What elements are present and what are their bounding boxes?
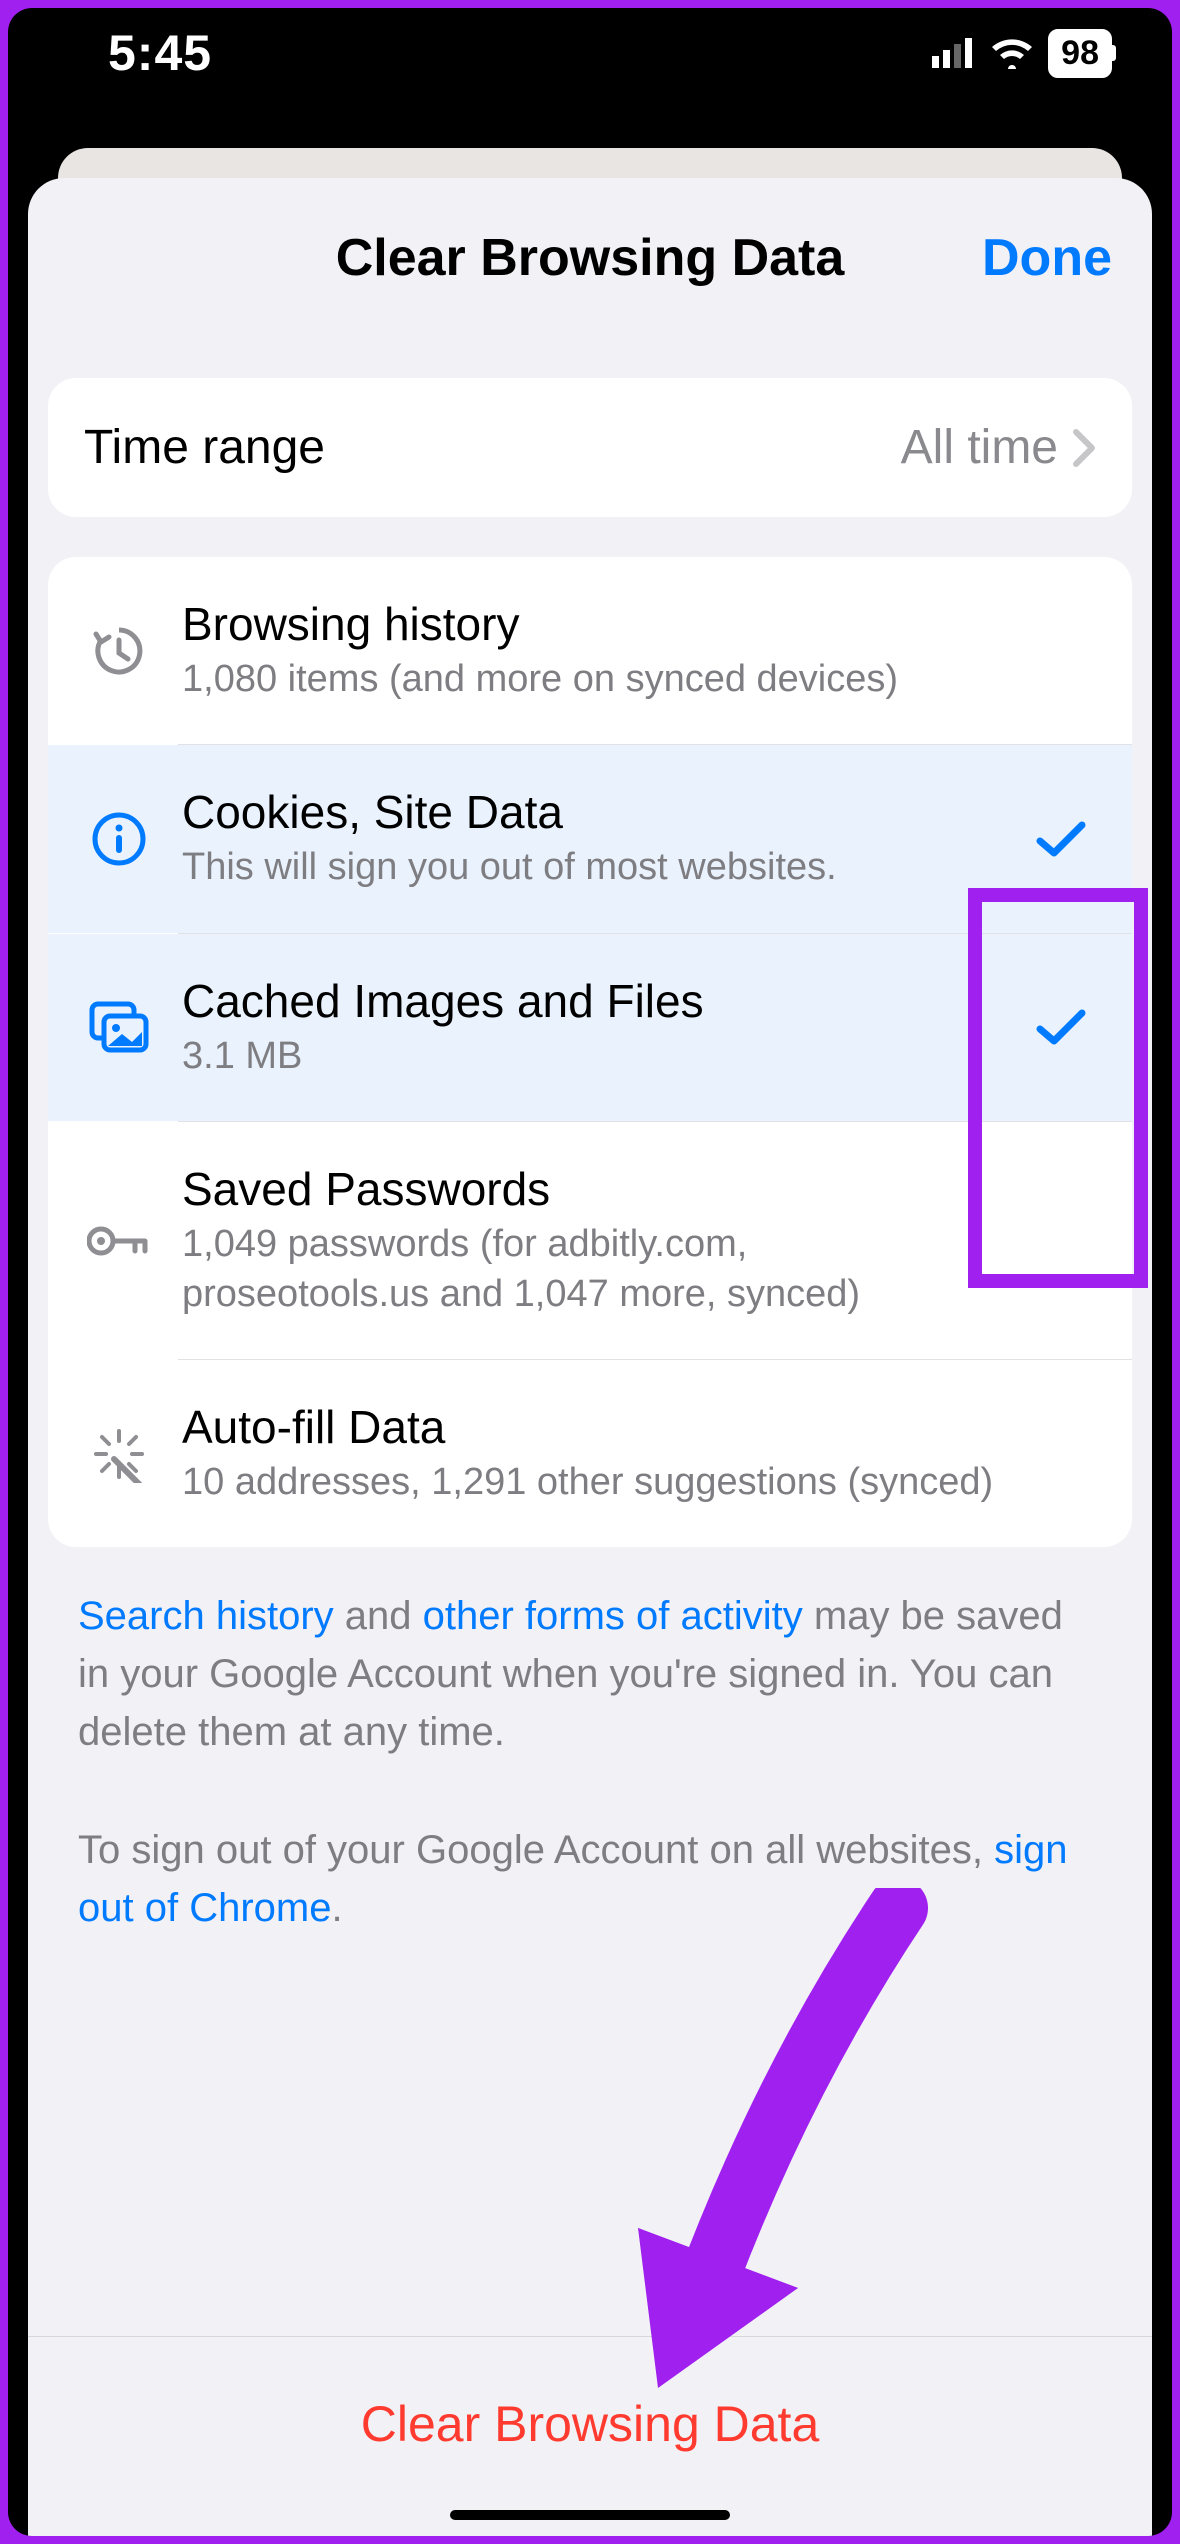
history-subtitle: 1,080 items (and more on synced devices) [182,655,998,704]
row-passwords[interactable]: Saved Passwords 1,049 passwords (for adb… [48,1122,1132,1359]
history-icon [90,622,148,680]
row-cookies[interactable]: Cookies, Site Data This will sign you ou… [48,745,1132,932]
done-button[interactable]: Done [982,228,1112,288]
status-time: 5:45 [108,24,212,82]
sheet-content: Time range All time Browsing history 1,0… [28,338,1152,2336]
status-icons: 98 [932,29,1112,78]
device-frame: 5:45 98 Clear Browsing Data Done Time ra… [8,8,1172,2536]
link-search-history[interactable]: Search history [78,1594,334,1638]
cache-title: Cached Images and Files [182,974,998,1028]
wand-icon [90,1425,148,1483]
modal-sheet: Clear Browsing Data Done Time range All … [28,178,1152,2536]
time-range-value: All time [901,420,1058,475]
passwords-title: Saved Passwords [182,1162,998,1216]
chevron-right-icon [1072,428,1096,468]
status-bar: 5:45 98 [8,8,1172,98]
cellular-icon [932,38,976,68]
cookies-title: Cookies, Site Data [182,785,998,839]
time-range-row[interactable]: Time range All time [48,378,1132,517]
clear-browsing-data-button[interactable]: Clear Browsing Data [28,2337,1152,2510]
link-other-activity[interactable]: other forms of activity [423,1594,803,1638]
row-browsing-history[interactable]: Browsing history 1,080 items (and more o… [48,557,1132,744]
autofill-subtitle: 10 addresses, 1,291 other suggestions (s… [182,1458,998,1507]
battery-icon: 98 [1048,29,1112,78]
autofill-title: Auto-fill Data [182,1400,998,1454]
passwords-subtitle: 1,049 passwords (for adbitly.com, proseo… [182,1220,998,1319]
wifi-icon [990,37,1034,69]
time-range-label: Time range [84,420,325,475]
check-icon [1036,1007,1086,1047]
cache-subtitle: 3.1 MB [182,1032,998,1081]
action-bar: Clear Browsing Data [28,2336,1152,2536]
check-icon [1036,819,1086,859]
images-icon [88,1000,150,1054]
row-cache[interactable]: Cached Images and Files 3.1 MB [48,934,1132,1121]
info-icon [92,812,146,866]
sheet-title: Clear Browsing Data [336,228,845,288]
sheet-header: Clear Browsing Data Done [28,178,1152,338]
key-icon [87,1221,151,1261]
footer-note-2: To sign out of your Google Account on al… [48,1761,1132,1977]
row-autofill[interactable]: Auto-fill Data 10 addresses, 1,291 other… [48,1360,1132,1547]
history-title: Browsing history [182,597,998,651]
footer-note-1: Search history and other forms of activi… [48,1547,1132,1761]
data-types-card: Browsing history 1,080 items (and more o… [48,557,1132,1547]
time-range-card: Time range All time [48,378,1132,517]
cookies-subtitle: This will sign you out of most websites. [182,843,998,892]
home-indicator [450,2510,730,2520]
